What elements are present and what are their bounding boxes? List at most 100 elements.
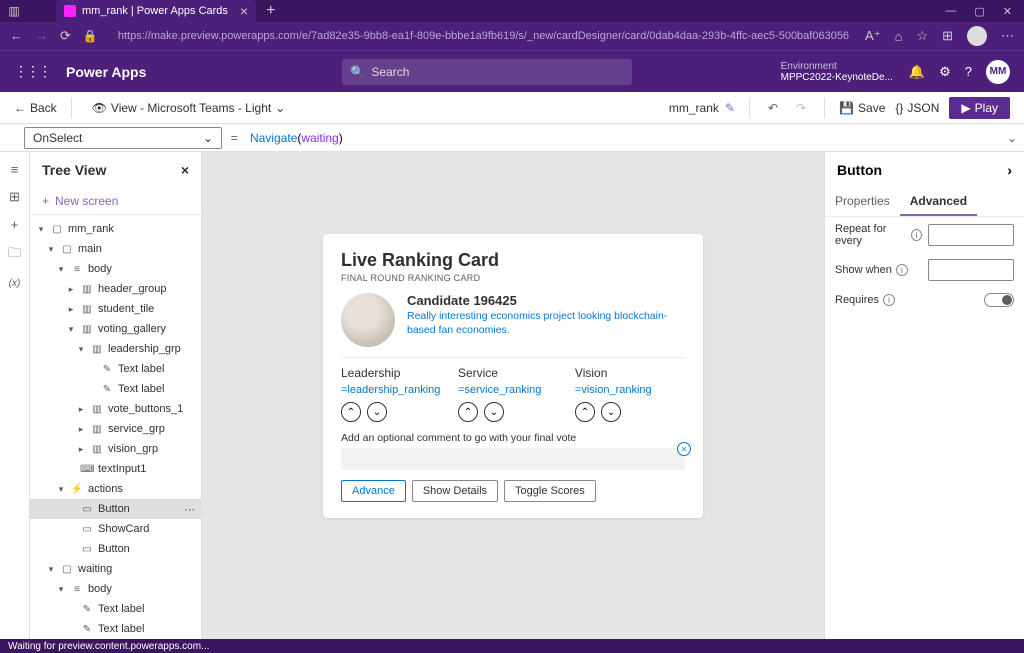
user-avatar[interactable]: MM	[986, 60, 1010, 84]
insert-rail-icon[interactable]: ⊞	[9, 189, 20, 205]
tree-node[interactable]: ▾▥leadership_grp	[30, 339, 201, 359]
reader-icon[interactable]: A⁺	[865, 28, 881, 44]
json-button[interactable]: {} JSON	[895, 101, 939, 115]
tree-node[interactable]: ▾▢main	[30, 239, 201, 259]
tree-list: ▾▢mm_rank▾▢main▾≡body▸▥header_group▸▥stu…	[30, 219, 201, 639]
requires-toggle[interactable]	[984, 293, 1014, 307]
prop-repeat-label: Repeat for every	[835, 223, 907, 247]
card-action-button[interactable]: Toggle Scores	[504, 480, 596, 502]
equals-icon: =	[222, 124, 246, 151]
browser-titlebar: ▥ mm_rank | Power Apps Cards × + — ▢ ✕	[0, 0, 1024, 22]
new-tab-button[interactable]: +	[256, 2, 285, 20]
candidate-desc: Really interesting economics project loo…	[407, 310, 685, 337]
tree-rail-icon[interactable]: ≡	[11, 162, 19, 177]
tree-node[interactable]: ✎Text label	[30, 359, 201, 379]
shopping-icon[interactable]: ⌂	[895, 29, 903, 44]
tree-node[interactable]: ▾≡body	[30, 259, 201, 279]
prop-requires-label: Requires	[835, 294, 879, 306]
data-rail-icon[interactable]: 🗀	[8, 244, 21, 266]
settings-icon[interactable]: ⚙	[939, 64, 951, 80]
info-icon[interactable]: i	[911, 229, 922, 241]
tree-node[interactable]: ▸▥student_tile	[30, 299, 201, 319]
lock-icon[interactable]: 🔒	[83, 29, 98, 43]
favorite-icon[interactable]: ☆	[916, 28, 928, 44]
close-tab-icon[interactable]: ×	[240, 3, 248, 19]
tree-node[interactable]: ▾▢waiting	[30, 559, 201, 579]
chevron-right-icon[interactable]: ›	[1007, 162, 1012, 178]
notifications-icon[interactable]: 🔔	[909, 64, 925, 80]
formula-input[interactable]: Navigate(waiting)	[246, 124, 1000, 151]
info-icon[interactable]: i	[883, 294, 895, 306]
tree-node[interactable]: ▸▥header_group	[30, 279, 201, 299]
browser-urlbar: ← → ⟳ 🔒 https://make.preview.powerapps.c…	[0, 22, 1024, 50]
back-icon[interactable]: ←	[10, 28, 23, 44]
maximize-icon[interactable]: ▢	[974, 5, 984, 18]
ranking-category: Service=service_ranking⌃⌄	[458, 366, 568, 422]
vote-up-button[interactable]: ⌃	[575, 402, 595, 422]
refresh-icon[interactable]: ⟳	[60, 28, 71, 44]
chevron-down-icon: ⌄	[275, 101, 285, 115]
tree-node[interactable]: ▾▢mm_rank	[30, 219, 201, 239]
vote-down-button[interactable]: ⌄	[601, 402, 621, 422]
info-icon[interactable]: i	[896, 264, 908, 276]
environment-picker[interactable]: Environment MPPC2022-KeynoteDe...	[781, 61, 893, 83]
properties-panel: Button › Properties Advanced Repeat for …	[824, 152, 1024, 639]
save-button[interactable]: 💾 Save	[839, 101, 885, 115]
view-dropdown[interactable]: 👁 View - Microsoft Teams - Light ⌄	[92, 101, 286, 115]
address-bar[interactable]: https://make.preview.powerapps.com/e/7ad…	[110, 30, 853, 42]
help-icon[interactable]: ?	[965, 64, 972, 79]
tree-node[interactable]: ▸▥service_grp	[30, 419, 201, 439]
prop-show-label: Show when	[835, 264, 892, 276]
expand-formula-icon[interactable]: ⌄	[1000, 124, 1024, 151]
minimize-icon[interactable]: —	[945, 5, 956, 18]
tab-properties[interactable]: Properties	[825, 188, 900, 216]
tree-node[interactable]: ▾≡body	[30, 579, 201, 599]
close-window-icon[interactable]: ✕	[1003, 5, 1012, 18]
tree-node[interactable]: ▭ShowCard	[30, 519, 201, 539]
tree-node[interactable]: ▸▥vote_buttons_1	[30, 399, 201, 419]
tree-node[interactable]: ▾▥voting_gallery	[30, 319, 201, 339]
redo-button: ↷	[792, 101, 810, 115]
browser-tab[interactable]: mm_rank | Power Apps Cards ×	[56, 0, 256, 22]
tree-node[interactable]: ✎Text label	[30, 599, 201, 619]
app-title: Power Apps	[66, 64, 146, 80]
tree-node[interactable]: ✎Text label	[30, 619, 201, 639]
card-action-button[interactable]: Advance	[341, 480, 406, 502]
tree-node[interactable]: ▾⚡actions	[30, 479, 201, 499]
tree-node[interactable]: ✎Text label	[30, 379, 201, 399]
app-launcher-icon[interactable]: ⋮⋮⋮	[14, 63, 50, 80]
profile-icon[interactable]	[967, 26, 987, 46]
vote-down-button[interactable]: ⌄	[484, 402, 504, 422]
new-screen-button[interactable]: + New screen	[30, 188, 201, 215]
variables-rail-icon[interactable]: (x)	[9, 278, 21, 289]
props-title: Button	[837, 162, 882, 178]
search-input[interactable]: 🔍 Search	[342, 59, 632, 85]
favicon-icon	[64, 5, 76, 17]
tree-node[interactable]: ▸▥vision_grp	[30, 439, 201, 459]
back-button[interactable]: ← Back	[14, 101, 57, 115]
menu-icon[interactable]: ⋯	[1001, 28, 1014, 44]
close-panel-icon[interactable]: ×	[181, 162, 189, 178]
tab-list-icon[interactable]: ▥	[0, 4, 28, 18]
property-selector[interactable]: OnSelect ⌄	[24, 127, 222, 149]
show-when-input[interactable]	[928, 259, 1014, 281]
undo-button[interactable]: ↶	[764, 101, 782, 115]
vote-up-button[interactable]: ⌃	[458, 402, 478, 422]
tree-node[interactable]: ▭Button	[30, 539, 201, 559]
forward-icon: →	[35, 28, 48, 44]
comment-input[interactable]: ×	[341, 448, 685, 470]
play-button[interactable]: ▶ Play	[949, 97, 1010, 119]
tab-advanced[interactable]: Advanced	[900, 188, 977, 216]
tree-node[interactable]: ⌨textInput1	[30, 459, 201, 479]
add-rail-icon[interactable]: +	[11, 217, 19, 232]
repeat-input[interactable]	[928, 224, 1014, 246]
clear-input-icon[interactable]: ×	[677, 442, 691, 456]
card-action-button[interactable]: Show Details	[412, 480, 498, 502]
collections-icon[interactable]: ⊞	[942, 28, 953, 44]
design-canvas[interactable]: Live Ranking Card FINAL ROUND RANKING CA…	[202, 152, 824, 639]
status-bar: Waiting for preview.content.powerapps.co…	[0, 639, 1024, 653]
vote-up-button[interactable]: ⌃	[341, 402, 361, 422]
edit-name-icon[interactable]: ✎	[725, 101, 735, 115]
vote-down-button[interactable]: ⌄	[367, 402, 387, 422]
tree-node[interactable]: ▭Button⋯	[30, 499, 201, 519]
